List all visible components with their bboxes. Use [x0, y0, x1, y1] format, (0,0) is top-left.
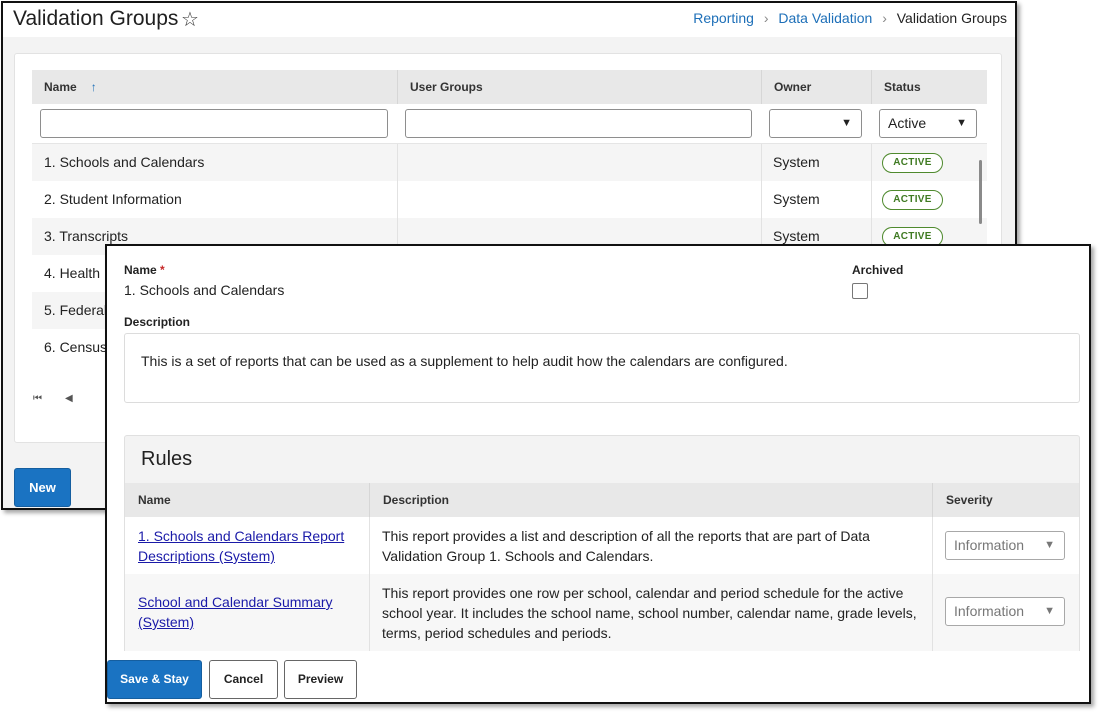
- group-name: 6. Census: [44, 339, 108, 355]
- user-groups-filter-input[interactable]: [405, 109, 752, 138]
- group-name: 5. Federal: [44, 302, 108, 318]
- preview-button[interactable]: Preview: [284, 660, 357, 699]
- owner-filter-select[interactable]: ▼: [769, 109, 862, 138]
- rule-description: This report provides a list and descript…: [382, 528, 870, 564]
- breadcrumb-reporting[interactable]: Reporting: [693, 10, 754, 26]
- severity-value: Information: [954, 603, 1025, 619]
- rule-link[interactable]: School and Calendar Summary (System): [138, 592, 353, 632]
- group-name-value: 1. Schools and Calendars: [124, 282, 285, 298]
- breadcrumb-data-validation[interactable]: Data Validation: [778, 10, 872, 26]
- description-value: This is a set of reports that can be use…: [141, 353, 788, 369]
- description-label: Description: [124, 315, 191, 329]
- status-filter-value: Active: [888, 115, 927, 131]
- name-filter-input[interactable]: [40, 109, 388, 138]
- rule-link[interactable]: 1. Schools and Calendars Report Descript…: [138, 526, 353, 566]
- page-header: Validation Groups ☆ Reporting › Data Val…: [3, 3, 1015, 37]
- column-divider: [932, 574, 933, 654]
- column-header-name-label: Name: [44, 80, 77, 94]
- chevron-right-icon: ›: [763, 10, 769, 26]
- required-marker: *: [160, 263, 165, 277]
- table-row[interactable]: 1. Schools and Calendars System ACTIVE: [32, 144, 987, 181]
- name-label-text: Name: [124, 263, 157, 277]
- rules-column-name: Name: [138, 493, 171, 507]
- column-divider: [932, 517, 933, 574]
- save-and-stay-button[interactable]: Save & Stay: [107, 660, 202, 699]
- column-header-status[interactable]: Status: [871, 70, 987, 104]
- cancel-button[interactable]: Cancel: [209, 660, 278, 699]
- name-label: Name *: [124, 263, 165, 277]
- rules-column-severity: Severity: [932, 483, 1079, 517]
- sort-ascending-icon[interactable]: ↑: [91, 80, 97, 94]
- rule-description: This report provides one row per school,…: [382, 585, 917, 641]
- column-divider: [761, 144, 762, 255]
- breadcrumb-current: Validation Groups: [896, 10, 1007, 26]
- rules-title: Rules: [141, 448, 193, 470]
- status-filter-select[interactable]: Active ▼: [879, 109, 977, 138]
- severity-select[interactable]: Information ▼: [945, 597, 1065, 626]
- chevron-right-icon: ›: [882, 10, 887, 26]
- table-row[interactable]: 2. Student Information System ACTIVE: [32, 181, 987, 218]
- group-name: 2. Student Information: [44, 191, 182, 207]
- first-page-icon[interactable]: ⏮: [33, 393, 42, 404]
- column-header-name[interactable]: Name ↑: [32, 70, 397, 104]
- star-icon[interactable]: ☆: [181, 7, 199, 32]
- column-header-user-groups[interactable]: User Groups: [397, 70, 761, 104]
- column-divider: [871, 144, 872, 255]
- filter-row: ▼ Active ▼: [32, 104, 987, 144]
- description-field[interactable]: This is a set of reports that can be use…: [124, 333, 1080, 403]
- group-owner: System: [773, 191, 820, 207]
- breadcrumb: Reporting › Data Validation › Validation…: [693, 10, 1007, 26]
- page-title: Validation Groups: [13, 7, 179, 30]
- dropdown-arrow-icon: ▼: [1044, 605, 1055, 617]
- rules-section: Rules Name Description Severity 1. Schoo…: [124, 435, 1080, 675]
- column-divider: [369, 517, 370, 574]
- group-name: 4. Health: [44, 265, 101, 281]
- action-bar: Save & Stay Cancel Preview: [107, 651, 1089, 702]
- status-badge: ACTIVE: [882, 190, 943, 210]
- group-name: 1. Schools and Calendars: [44, 154, 205, 170]
- dropdown-arrow-icon: ▼: [841, 117, 852, 129]
- severity-value: Information: [954, 537, 1025, 553]
- column-header-owner[interactable]: Owner: [761, 70, 871, 104]
- severity-select[interactable]: Information ▼: [945, 531, 1065, 560]
- group-detail-panel: Name * 1. Schools and Calendars Archived…: [105, 244, 1091, 704]
- rule-row: 1. Schools and Calendars Report Descript…: [125, 517, 1079, 574]
- rules-header: Name Description Severity: [125, 483, 1079, 517]
- new-button[interactable]: New: [14, 468, 71, 507]
- archived-label: Archived: [852, 263, 904, 277]
- rules-column-description: Description: [369, 483, 932, 517]
- dropdown-arrow-icon: ▼: [956, 117, 967, 129]
- grid-header: Name ↑ User Groups Owner Status: [32, 70, 987, 104]
- status-badge: ACTIVE: [882, 153, 943, 173]
- dropdown-arrow-icon: ▼: [1044, 539, 1055, 551]
- rule-row: School and Calendar Summary (System) Thi…: [125, 574, 1079, 654]
- previous-page-icon[interactable]: ◀: [65, 393, 73, 404]
- column-divider: [369, 574, 370, 654]
- column-divider: [397, 144, 398, 255]
- grid-scrollbar[interactable]: [979, 160, 982, 224]
- archived-checkbox[interactable]: [852, 283, 868, 299]
- group-owner: System: [773, 154, 820, 170]
